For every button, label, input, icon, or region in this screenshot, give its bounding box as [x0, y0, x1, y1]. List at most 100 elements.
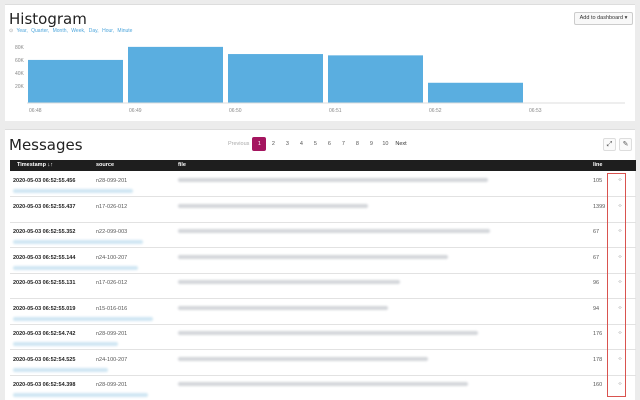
table-row[interactable]: 2020-05-03 06:52:55.019 n15-016-016 94 ‹› [10, 300, 636, 325]
cell-line: 160 [593, 382, 603, 388]
cell-timestamp: 2020-05-03 06:52:55.019 [13, 305, 76, 312]
table-row[interactable]: 2020-05-03 06:52:55.437 n17-026-012 1399 ‹› [10, 198, 636, 223]
cell-line: 1399 [593, 203, 606, 210]
histogram-panel: Histogram ⊙ Year, Quarter, Month, Week, … [5, 4, 635, 121]
table-row[interactable]: 2020-05-03 06:52:54.742 n28-099-201 176 ‹› [10, 325, 636, 350]
cell-source: n17-026-012 [96, 203, 128, 210]
pagination-page[interactable]: 3 [280, 137, 294, 151]
cell-line: 105 [593, 178, 603, 184]
pagination-previous[interactable]: Previous [225, 137, 252, 151]
pagination-page[interactable]: 5 [308, 137, 322, 151]
x-tick-label: 06:48 [29, 108, 42, 114]
cell-line: 176 [593, 331, 603, 337]
messages-title: Messages [9, 136, 83, 154]
pagination: Previous 1 2 3 4 5 6 7 8 9 10 Next [225, 137, 410, 151]
cell-timestamp: 2020-05-03 06:52:55.131 [13, 280, 76, 286]
pagination-page[interactable]: 6 [322, 137, 336, 151]
code-icon[interactable]: ‹› [614, 279, 626, 288]
pagination-page[interactable]: 2 [266, 137, 280, 151]
cell-line: 178 [593, 356, 603, 363]
redacted-file-path [178, 356, 428, 361]
redacted-file-path [178, 203, 368, 208]
redacted-file-path [178, 331, 478, 335]
pagination-page[interactable]: 9 [364, 137, 378, 151]
messages-table-header: Timestamp ↓↑ source file line [10, 160, 636, 171]
redacted-file-path [178, 382, 468, 386]
redacted-file-path [178, 178, 488, 182]
x-tick-label: 06:52 [429, 108, 442, 114]
x-tick-label: 06:51 [329, 108, 342, 114]
cell-source: n24-100-207 [96, 356, 128, 363]
histogram-bar[interactable] [28, 59, 123, 103]
code-icon[interactable]: ‹› [614, 203, 626, 212]
cell-source: n15-016-016 [96, 305, 128, 312]
cell-timestamp: 2020-05-03 06:52:54.742 [13, 331, 76, 337]
y-tick-label: 40K [15, 71, 25, 77]
table-row[interactable]: 2020-05-03 06:52:55.352 n22-099-003 67 ‹› [10, 223, 636, 248]
redacted-message-text [13, 265, 138, 270]
cell-source: n22-099-003 [96, 229, 128, 235]
cell-timestamp: 2020-05-03 06:52:54.525 [13, 356, 76, 363]
histogram-bar[interactable] [428, 82, 523, 103]
x-tick-label: 06:49 [129, 108, 142, 114]
pagination-page[interactable]: 8 [350, 137, 364, 151]
pagination-page[interactable]: 1 [252, 137, 267, 151]
redacted-file-path [178, 254, 448, 259]
table-row[interactable]: 2020-05-03 06:52:55.131 n17-026-012 96 ‹› [10, 274, 636, 299]
histogram-bar[interactable] [128, 46, 223, 103]
cell-line: 94 [593, 305, 600, 312]
table-row[interactable]: 2020-05-03 06:52:54.525 n24-100-207 178 ‹› [10, 351, 636, 376]
edit-icon[interactable]: ✎ [619, 138, 632, 151]
column-timestamp[interactable]: Timestamp ↓↑ [17, 162, 53, 168]
redacted-message-text [13, 393, 148, 397]
cell-source: n17-026-012 [96, 280, 128, 286]
pagination-page[interactable]: 7 [336, 137, 350, 151]
cell-timestamp: 2020-05-03 06:52:55.352 [13, 229, 76, 235]
pagination-next[interactable]: Next [392, 137, 409, 151]
x-tick-label: 06:53 [529, 108, 542, 114]
cell-timestamp: 2020-05-03 06:52:54.398 [13, 382, 76, 388]
code-icon[interactable]: ‹› [614, 254, 626, 263]
pagination-page[interactable]: 4 [294, 137, 308, 151]
column-source[interactable]: source [96, 162, 114, 168]
code-icon[interactable]: ‹› [614, 305, 626, 314]
x-tick-label: 06:50 [229, 108, 242, 114]
cell-source: n28-099-201 [96, 382, 128, 388]
pagination-page[interactable]: 10 [378, 137, 392, 151]
redacted-message-text [13, 367, 108, 372]
cell-line: 67 [593, 254, 600, 261]
code-icon[interactable]: ‹› [614, 177, 626, 186]
redacted-message-text [13, 240, 143, 244]
redacted-file-path [178, 280, 400, 284]
histogram-bar[interactable] [228, 54, 323, 103]
y-tick-label: 60K [15, 58, 25, 64]
messages-panel: Messages Previous 1 2 3 4 5 6 7 8 9 10 N… [5, 129, 636, 400]
y-tick-label: 20K [15, 84, 25, 90]
cell-timestamp: 2020-05-03 06:52:55.144 [13, 254, 76, 261]
code-icon[interactable]: ‹› [614, 228, 626, 237]
table-row[interactable]: 2020-05-03 06:52:55.456 n28-099-201 105 ‹› [10, 172, 636, 197]
code-icon[interactable]: ‹› [614, 381, 626, 390]
redacted-message-text [13, 316, 153, 321]
code-icon[interactable]: ‹› [614, 330, 626, 339]
histogram-chart: 80K 60K 40K 20K 06:48 06:49 06:50 06:51 06:52 06:… [15, 45, 625, 114]
code-icon[interactable]: ‹› [614, 356, 626, 365]
y-tick-label: 80K [15, 45, 25, 51]
redacted-file-path [178, 229, 490, 233]
cell-timestamp: 2020-05-03 06:52:55.456 [13, 178, 76, 184]
redacted-message-text [13, 342, 118, 346]
cell-source: n28-099-201 [96, 331, 128, 337]
column-line[interactable]: line [593, 162, 602, 168]
cell-source: n28-099-201 [96, 178, 128, 184]
cell-source: n24-100-207 [96, 254, 128, 261]
cell-timestamp: 2020-05-03 06:52:55.437 [13, 203, 76, 210]
expand-icon[interactable]: ⤢ [603, 138, 616, 151]
redacted-file-path [178, 305, 388, 310]
redacted-message-text [13, 189, 133, 193]
cell-line: 96 [593, 280, 600, 286]
column-file[interactable]: file [178, 162, 186, 168]
table-row[interactable]: 2020-05-03 06:52:54.398 n28-099-201 160 ‹› [10, 376, 636, 400]
cell-line: 67 [593, 229, 600, 235]
table-row[interactable]: 2020-05-03 06:52:55.144 n24-100-207 67 ‹› [10, 249, 636, 274]
histogram-bar[interactable] [328, 55, 423, 103]
